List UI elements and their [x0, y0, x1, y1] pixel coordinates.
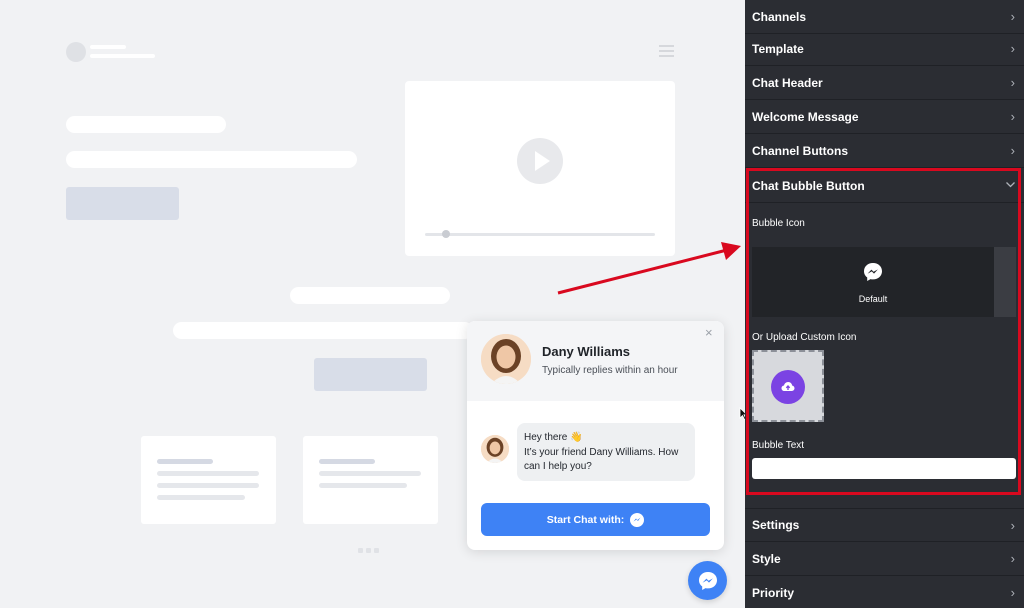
- bubble-icon-selector[interactable]: Default: [752, 247, 1016, 317]
- chat-widget: Dany Williams Typically replies within a…: [467, 321, 724, 550]
- accordion-label: Template: [752, 41, 804, 56]
- start-chat-label: Start Chat with:: [546, 513, 625, 526]
- accordion-label: Priority: [752, 585, 795, 600]
- default-icon-label: Default: [858, 294, 888, 304]
- accordion-label: Chat Bubble Button: [752, 178, 865, 193]
- upload-icon-label: Or Upload Custom Icon: [752, 332, 857, 343]
- accordion-style[interactable]: Style ›: [745, 542, 1024, 576]
- nav-placeholder: [90, 54, 155, 58]
- accordion-template[interactable]: Template ›: [745, 32, 1024, 66]
- messenger-icon: [864, 263, 882, 281]
- avatar: [481, 435, 509, 463]
- annotation-arrow: [557, 242, 741, 295]
- avatar: [481, 334, 531, 384]
- video-placeholder: [405, 81, 675, 256]
- text-placeholder: [66, 151, 357, 168]
- chevron-right-icon: ›: [1010, 109, 1015, 124]
- chat-bubble-button[interactable]: [688, 561, 727, 600]
- play-icon: [517, 138, 563, 184]
- messenger-icon: [698, 571, 717, 590]
- carousel-dots: [358, 540, 382, 558]
- nav-placeholder: [90, 45, 126, 49]
- accordion-label: Style: [752, 551, 781, 566]
- card-placeholder: [303, 436, 438, 524]
- chevron-down-icon: [1006, 182, 1015, 188]
- bubble-text-input[interactable]: [752, 458, 1016, 479]
- accordion-welcome-message[interactable]: Welcome Message ›: [745, 100, 1024, 134]
- heading-placeholder: [290, 287, 450, 304]
- accordion-chat-bubble-button[interactable]: Chat Bubble Button: [745, 169, 1024, 203]
- chevron-right-icon: ›: [1010, 41, 1015, 56]
- button-placeholder: [66, 187, 179, 220]
- chevron-right-icon: ›: [1010, 143, 1015, 158]
- message-body: It’s your friend Dany Williams. How can …: [524, 446, 679, 473]
- agent-name: Dany Williams: [542, 344, 631, 359]
- accordion-label: Welcome Message: [752, 109, 859, 124]
- chevron-right-icon: ›: [1010, 518, 1015, 533]
- card-placeholder: [141, 436, 276, 524]
- accordion-channel-buttons[interactable]: Channel Buttons ›: [745, 134, 1024, 168]
- messenger-icon: [630, 512, 645, 527]
- reply-time: Typically replies within an hour: [542, 365, 678, 376]
- bubble-icon-label: Bubble Icon: [752, 218, 805, 229]
- upload-cloud-icon: [771, 370, 805, 404]
- accordion-label: Channel Buttons: [752, 143, 848, 158]
- video-progress: [425, 233, 655, 236]
- video-scrubber: [442, 230, 450, 238]
- accordion-priority[interactable]: Priority ›: [745, 576, 1024, 608]
- accordion-label: Channels: [752, 9, 807, 24]
- accordion-settings[interactable]: Settings ›: [745, 508, 1024, 542]
- bubble-text-label: Bubble Text: [752, 440, 805, 451]
- chevron-right-icon: ›: [1010, 551, 1015, 566]
- settings-panel: Channels › Template › Chat Header › Welc…: [745, 0, 1024, 608]
- logo-placeholder: [66, 42, 86, 62]
- chat-widget-header: Dany Williams Typically replies within a…: [467, 321, 724, 401]
- start-chat-button[interactable]: Start Chat with:: [481, 503, 710, 536]
- accordion-channels[interactable]: Channels ›: [745, 0, 1024, 34]
- accordion-label: Chat Header: [752, 75, 823, 90]
- button-placeholder: [314, 358, 427, 391]
- icon-selector-scroll[interactable]: [994, 247, 1016, 317]
- text-placeholder: [173, 322, 473, 339]
- close-icon[interactable]: ×: [705, 325, 713, 340]
- chevron-right-icon: ›: [1010, 585, 1015, 600]
- chevron-right-icon: ›: [1010, 75, 1015, 90]
- welcome-message: Hey there 👋 It’s your friend Dany Willia…: [517, 423, 695, 481]
- accordion-chat-header[interactable]: Chat Header ›: [745, 66, 1024, 100]
- message-greeting: Hey there 👋: [524, 432, 583, 443]
- upload-custom-icon[interactable]: [752, 350, 824, 422]
- heading-placeholder: [66, 116, 226, 133]
- hamburger-icon: [659, 45, 674, 57]
- accordion-label: Settings: [752, 518, 800, 532]
- chevron-right-icon: ›: [1010, 9, 1015, 24]
